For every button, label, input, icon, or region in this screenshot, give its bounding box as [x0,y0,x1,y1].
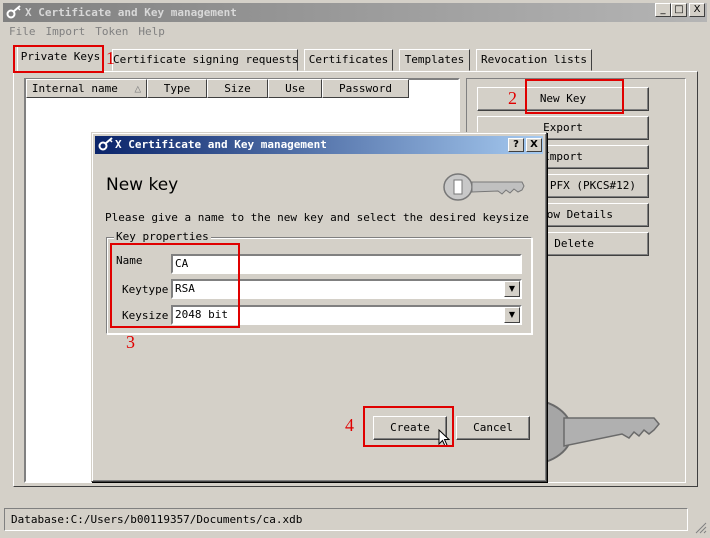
chevron-down-icon[interactable]: ▼ [504,307,520,323]
annotation-box-new-key [525,79,624,114]
cancel-button[interactable]: Cancel [456,416,530,440]
menu-token[interactable]: Token [91,23,132,41]
column-label: Internal name [31,82,118,95]
tab-certificates[interactable]: Certificates [304,49,393,71]
annotation-number: 4 [345,415,354,435]
sort-ascending-icon: △ [134,82,142,95]
close-button[interactable]: X [689,3,705,17]
annotation-number: 1 [106,48,115,68]
key-icon [98,137,113,151]
dialog-title: X Certificate and Key management [115,138,327,151]
key-icon [443,173,525,201]
menu-help[interactable]: Help [134,23,169,41]
maximize-button[interactable]: □ [671,3,687,17]
tab-templates[interactable]: Templates [399,49,470,71]
resize-grip-icon[interactable] [693,520,707,534]
column-size[interactable]: Size [207,79,268,98]
menu-file[interactable]: File [5,23,40,41]
annotation-box-create [363,406,454,447]
dialog-close-button[interactable]: X [526,138,542,152]
annotation-number: 3 [126,332,135,352]
tab-revocation-lists[interactable]: Revocation lists [476,49,592,71]
menu-import[interactable]: Import [42,23,90,41]
annotation-box-key-properties [110,243,240,328]
main-titlebar[interactable]: X Certificate and Key management [3,3,707,22]
dialog-heading: New key [106,175,179,195]
help-button[interactable]: ? [508,138,524,152]
column-password[interactable]: Password [322,79,409,98]
dialog-titlebar[interactable]: X Certificate and Key management [95,136,543,154]
minimize-button[interactable]: _ [655,3,671,17]
key-icon [6,5,21,19]
annotation-box-private-keys [13,45,104,73]
tab-certificate-signing-requests[interactable]: Certificate signing requests [112,49,298,71]
dialog-description: Please give a name to the new key and se… [105,211,529,224]
group-title: Key properties [114,230,211,243]
column-internal-name[interactable]: Internal name △ [26,79,147,98]
annotation-number: 2 [508,88,517,108]
window-title: X Certificate and Key management [25,6,237,19]
column-use[interactable]: Use [268,79,322,98]
menu-bar: File Import Token Help [3,23,707,41]
column-type[interactable]: Type [147,79,207,98]
status-bar: Database:C:/Users/b00119357/Documents/ca… [4,508,688,531]
chevron-down-icon[interactable]: ▼ [504,281,520,297]
